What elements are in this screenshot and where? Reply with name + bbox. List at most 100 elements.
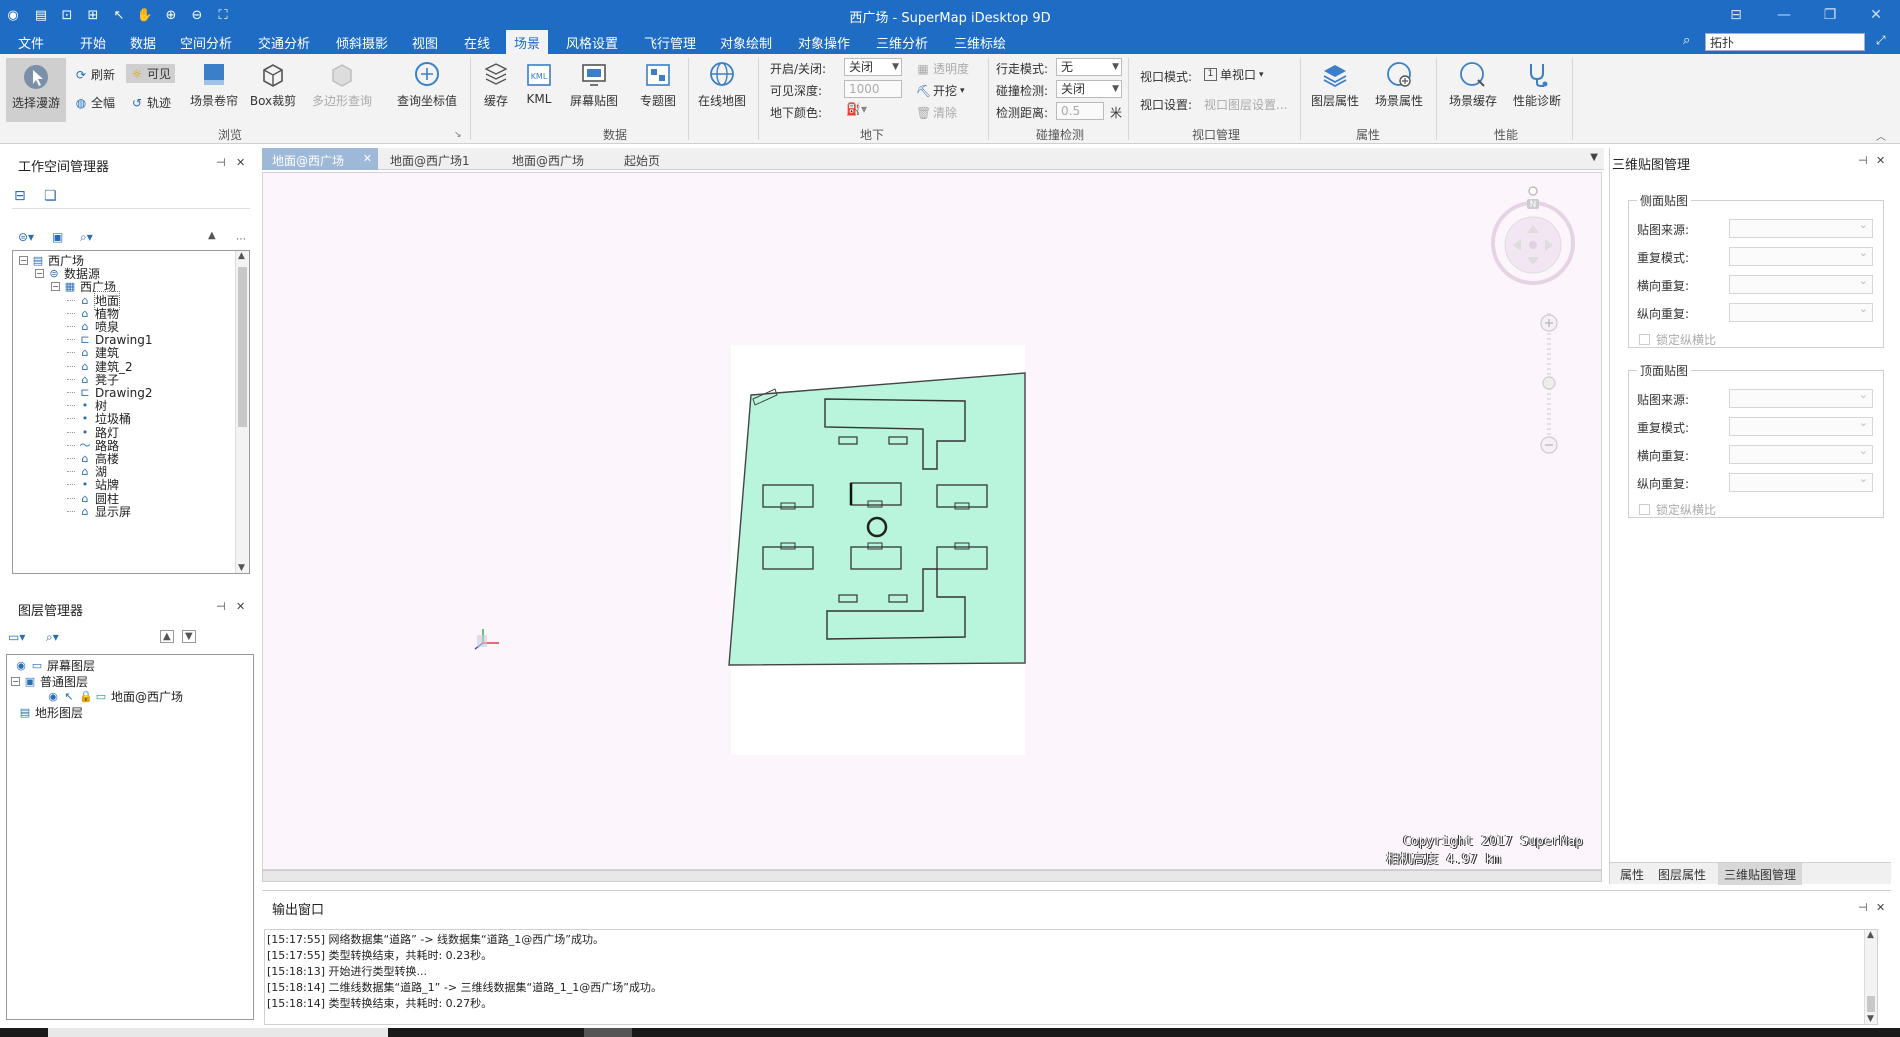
move-down-icon[interactable]: ▼: [182, 630, 196, 643]
menu-traffic-analysis[interactable]: 交通分析: [258, 33, 310, 52]
scene-curtain-button[interactable]: 场景卷帘: [186, 60, 242, 109]
top-repeat-mode-select[interactable]: [1729, 416, 1873, 436]
eye-icon[interactable]: ◉: [47, 690, 59, 703]
collapse-toggle[interactable]: −: [35, 269, 44, 279]
search-icon[interactable]: ⌕: [1683, 33, 1699, 49]
side-repeat-mode-select[interactable]: [1729, 246, 1873, 266]
close-icon[interactable]: ✕: [236, 600, 245, 613]
scene-properties-button[interactable]: 场景属性: [1370, 60, 1428, 109]
move-up-icon[interactable]: ▲: [160, 630, 174, 643]
top-vertical-repeat-select[interactable]: [1729, 472, 1873, 492]
cache-button[interactable]: 缓存: [476, 60, 516, 109]
track-button[interactable]: ↺ 轨迹: [130, 94, 171, 111]
underground-on-off-select[interactable]: 关闭 ▼: [844, 58, 902, 76]
eye-icon[interactable]: ◉: [15, 659, 27, 672]
pin-icon[interactable]: ⊣: [1858, 901, 1868, 914]
close-icon[interactable]: ✕: [236, 156, 245, 169]
top-lock-ratio-checkbox[interactable]: 锁定纵横比: [1639, 501, 1716, 518]
menu-start[interactable]: 开始: [80, 33, 106, 52]
tab-texture-manager[interactable]: 三维贴图管理: [1718, 863, 1803, 885]
viewport-mode-select[interactable]: 1 单视口 ▾: [1204, 66, 1264, 83]
more-icon[interactable]: ⋯: [236, 234, 246, 245]
doc-tab-ground-2[interactable]: 地面@西广场1: [380, 148, 480, 170]
doc-tab-ground-1[interactable]: 地面@西广场 ✕: [262, 148, 378, 170]
tab-properties[interactable]: 属性: [1614, 866, 1650, 883]
menu-view[interactable]: 视图: [412, 33, 438, 52]
layer-row-terrain[interactable]: ▤ 地形图层: [19, 705, 83, 720]
maximize-button[interactable]: ❐: [1816, 4, 1844, 26]
scroll-down-icon[interactable]: ▼: [238, 563, 245, 573]
selectable-icon[interactable]: ↖: [63, 690, 75, 703]
checkbox-box[interactable]: [1639, 334, 1650, 345]
close-icon[interactable]: ✕: [1876, 154, 1885, 167]
close-icon[interactable]: ✕: [1876, 901, 1885, 914]
menu-3d-plot[interactable]: 三维标绘: [954, 33, 1006, 52]
polygon-query-button[interactable]: 多边形查询: [306, 60, 378, 109]
scroll-down-icon[interactable]: ▼: [1867, 1014, 1874, 1024]
collapse-toggle[interactable]: −: [51, 282, 60, 292]
walk-mode-select[interactable]: 无 ▼: [1056, 58, 1122, 76]
collapse-toggle[interactable]: −: [11, 677, 20, 686]
taskbar-search[interactable]: [48, 1028, 388, 1037]
browse-dialog-launcher-icon[interactable]: ↘: [454, 130, 462, 140]
thematic-map-button[interactable]: 专题图: [636, 60, 680, 109]
scene-canvas[interactable]: N: [263, 173, 1602, 870]
detect-distance-input[interactable]: 0.5: [1056, 102, 1104, 120]
box-clip-button[interactable]: Box裁剪: [248, 60, 298, 109]
pin-icon[interactable]: ⊣: [216, 600, 226, 613]
top-texture-source-select[interactable]: [1729, 388, 1873, 408]
layer-add-icon[interactable]: ▭▾: [8, 630, 25, 644]
layer-row-normal[interactable]: − ▣ 普通图层: [11, 674, 88, 689]
scene-scrollbar[interactable]: [262, 870, 1602, 882]
layer-row-screen[interactable]: ◉ ▭ 屏幕图层: [15, 658, 95, 673]
top-horizontal-repeat-select[interactable]: [1729, 444, 1873, 464]
expand-icon[interactable]: ⤢: [1876, 33, 1886, 48]
scene-tab-icon[interactable]: ❏: [44, 188, 57, 204]
side-lock-ratio-checkbox[interactable]: 锁定纵横比: [1639, 331, 1716, 348]
performance-diagnose-button[interactable]: 性能诊断: [1508, 60, 1566, 109]
scroll-up-icon[interactable]: ▲: [238, 251, 245, 261]
full-extent-button[interactable]: ◍ 全幅: [74, 94, 115, 111]
pin-icon[interactable]: ⊣: [1858, 154, 1868, 167]
transparency-button[interactable]: ▦ 透明度: [916, 60, 969, 77]
menu-object-operate[interactable]: 对象操作: [798, 33, 850, 52]
online-map-button[interactable]: 在线地图: [692, 60, 752, 109]
collapse-toggle[interactable]: −: [19, 256, 28, 265]
workspace-tab-icon[interactable]: ⊟: [14, 188, 26, 204]
clear-button[interactable]: 🗑 清除: [916, 104, 957, 121]
menu-spatial-analysis[interactable]: 空间分析: [180, 33, 232, 52]
menu-style[interactable]: 风格设置: [566, 33, 618, 52]
lock-icon[interactable]: 🔒: [79, 690, 93, 703]
kml-button[interactable]: KML KML: [524, 60, 554, 106]
menu-data[interactable]: 数据: [130, 33, 156, 52]
scene-viewport[interactable]: N Copyright 2017 SuperMap 相机高度 4.97 km: [262, 172, 1602, 870]
close-button[interactable]: ✕: [1862, 4, 1890, 26]
scrollbar-thumb[interactable]: [238, 267, 247, 427]
menu-3d-analysis[interactable]: 三维分析: [876, 33, 928, 52]
menu-online[interactable]: 在线: [464, 33, 490, 52]
menu-scene[interactable]: 场景: [506, 30, 549, 54]
select-roam-button[interactable]: 选择漫游: [6, 58, 66, 122]
workspace-tree-item[interactable]: ⌂ 显示屏: [67, 504, 131, 519]
find-icon[interactable]: ⌕▾: [80, 230, 93, 245]
open-datasource-icon[interactable]: ⊜▾: [18, 230, 34, 244]
zoom-slider[interactable]: [1540, 313, 1558, 454]
paint-bucket-icon[interactable]: ⛽▾: [846, 102, 867, 116]
pin-icon[interactable]: ⊣: [216, 156, 226, 169]
new-dataset-icon[interactable]: ▣: [52, 230, 63, 244]
query-coord-button[interactable]: 查询坐标值: [392, 60, 462, 109]
screen-map-button[interactable]: 屏幕贴图: [566, 60, 622, 109]
doc-tab-start-page[interactable]: 起始页: [614, 148, 670, 170]
layer-row-ground[interactable]: ◉ ↖ 🔒 ▭ 地面@西广场: [47, 689, 183, 704]
chevron-up-icon[interactable]: ︿: [1876, 128, 1886, 143]
doc-tab-ground-3[interactable]: 地面@西广场: [502, 148, 594, 170]
collision-detect-select[interactable]: 关闭 ▼: [1056, 80, 1122, 98]
minimize-button[interactable]: —: [1770, 4, 1798, 26]
checkbox-box[interactable]: [1639, 504, 1650, 515]
scene-cache-button[interactable]: 场景缓存: [1444, 60, 1502, 109]
visible-toggle[interactable]: ☼ 可见: [126, 64, 176, 83]
scroll-up-icon[interactable]: ▲: [1867, 930, 1874, 940]
menu-file[interactable]: 文件: [18, 33, 44, 52]
side-texture-source-select[interactable]: [1729, 218, 1873, 238]
restore-layout-icon[interactable]: ⊟: [1722, 4, 1750, 26]
